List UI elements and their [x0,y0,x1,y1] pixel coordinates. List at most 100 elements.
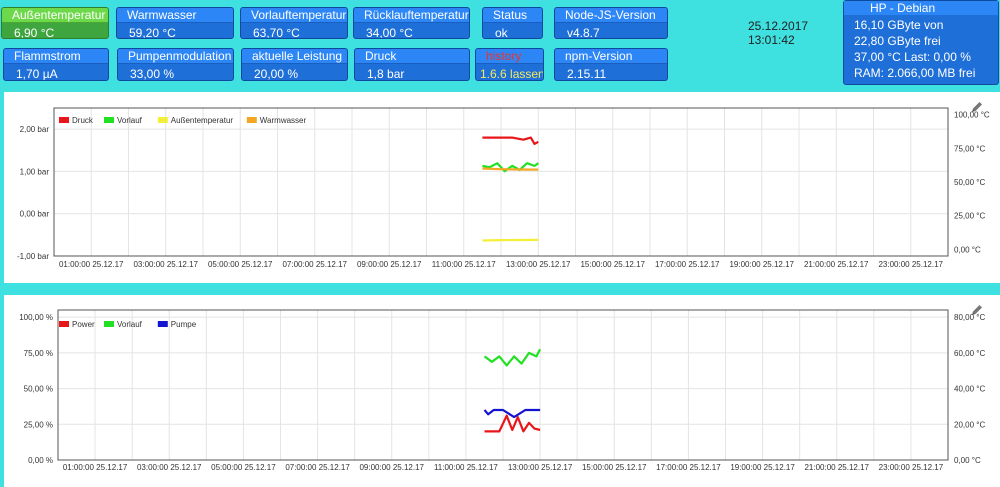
legend-label: Power [72,320,95,329]
legend-label: Pumpe [171,320,197,329]
tile-title: Node-JS-Version [555,8,667,23]
tile-title: Druck [355,49,469,64]
y-tick-label-right: 60,00 °C [954,349,985,358]
tile-title: Rücklauftemperatur [354,8,469,23]
x-tick-label: 17:00:00 25.12.17 [655,260,720,269]
tile-npm-version[interactable]: npm-Version 2.15.11 [554,48,668,81]
tile-title: aktuelle Leistung [242,49,347,64]
tile-pumpenmodulation[interactable]: Pumpenmodulation 33,00 % [117,48,234,81]
date-text: 25.12.2017 [748,19,809,33]
y-tick-label-right: 75,00 °C [954,144,985,153]
chart-panel-1: 01:00:00 25.12.17 03:00:00 25.12.17 05:00:… [4,92,1000,283]
tile-ruecklauftemperatur[interactable]: Rücklauftemperatur 34,00 °C [353,7,470,39]
system-line: 37,00 °C Last: 0,00 % [854,50,971,64]
system-line: 16,10 GByte von [854,18,944,32]
y-tick-label-right: 25,00 °C [954,212,985,221]
x-tick-label: 15:00:00 25.12.17 [582,463,647,472]
legend-swatch [59,117,69,123]
x-tick-label: 19:00:00 25.12.17 [730,463,795,472]
y-tick-label-right: 0,00 °C [954,456,981,465]
y-tick-label-left: 100,00 % [19,313,53,322]
tile-node-version[interactable]: Node-JS-Version v4.8.7 [554,7,668,39]
legend-swatch [157,117,168,123]
system-title: HP - Debian [844,1,998,15]
x-tick-label: 07:00:00 25.12.17 [285,463,350,472]
x-tick-label: 19:00:00 25.12.17 [729,260,794,269]
legend-label: Druck [72,116,94,125]
tile-title: Vorlauftemperatur [241,8,347,23]
legend-label: Warmwasser [260,116,307,125]
time-text: 13:01:42 [748,33,795,47]
y-tick-label-right: 0,00 °C [954,245,981,254]
tile-druck[interactable]: Druck 1,8 bar [354,48,470,81]
chart-1: 01:00:00 25.12.17 03:00:00 25.12.17 05:00:… [17,107,990,269]
legend-label: Vorlauf [117,116,143,125]
tile-value: 1.6.6 lassen [480,67,544,81]
tile-value: 2.15.11 [567,67,607,81]
tile-value: ok [495,26,508,39]
tile-warmwasser[interactable]: Warmwasser 59,20 °C [116,7,234,39]
tile-flammstrom[interactable]: Flammstrom 1,70 µA [3,48,109,81]
y-tick-label-left: 75,00 % [24,349,53,358]
x-tick-label: 01:00:00 25.12.17 [63,463,128,472]
legend-swatch [59,321,69,327]
y-tick-label-left: 50,00 % [24,385,53,394]
x-tick-label: 23:00:00 25.12.17 [878,260,943,269]
x-tick-label: 15:00:00 25.12.17 [580,260,645,269]
legend-swatch [246,117,257,123]
tile-value: 6,90 °C [14,26,55,39]
system-info-tile[interactable]: HP - Debian 16,10 GByte von 22,80 GByte … [843,0,999,85]
tile-title: npm-Version [555,49,667,64]
chart-panel-2: 01:00:00 25.12.17 03:00:00 25.12.17 05:00:… [4,295,1000,487]
x-tick-label: 07:00:00 25.12.17 [282,260,347,269]
y-tick-label-left: 25,00 % [24,420,53,429]
edit-pencil-icon[interactable] [970,100,984,114]
tile-status[interactable]: Status ok [482,7,543,39]
legend-swatch [157,321,168,327]
tile-history[interactable]: history 1.6.6 lassen [475,48,544,81]
tile-value: 1,8 bar [367,67,405,81]
tile-title: Pumpenmodulation [118,49,233,64]
tile-aktuelle-leistung[interactable]: aktuelle Leistung 20,00 % [241,48,348,81]
y-tick-label-left: 1,00 bar [20,167,50,176]
tile-title: Außentemperatur [2,8,108,23]
x-tick-label: 03:00:00 25.12.17 [133,260,198,269]
edit-pencil-icon[interactable] [970,303,984,317]
x-tick-label: 05:00:00 25.12.17 [211,463,276,472]
tile-title: Flammstrom [4,49,108,64]
datetime: 25.12.2017 13:01:42 [748,19,808,47]
y-tick-label-left: 2,00 bar [20,125,50,134]
x-tick-label: 13:00:00 25.12.17 [508,463,573,472]
y-tick-label-left: -1,00 bar [17,252,49,261]
chart-2: 01:00:00 25.12.17 03:00:00 25.12.17 05:00:… [19,309,985,472]
x-tick-label: 13:00:00 25.12.17 [506,260,571,269]
tile-vorlauftemperatur[interactable]: Vorlauftemperatur 63,70 °C [240,7,348,39]
y-tick-label-left: 0,00 % [28,456,53,465]
series-line-warmwasser [482,167,539,171]
system-line: RAM: 2.066,00 MB frei [854,66,976,80]
legend-swatch [104,117,114,123]
x-tick-label: 21:00:00 25.12.17 [804,463,869,472]
x-tick-label: 11:00:00 25.12.17 [432,260,496,269]
x-tick-label: 21:00:00 25.12.17 [804,260,869,269]
legend-label: Außentemperatur [171,116,234,125]
tile-value: v4.8.7 [567,26,600,39]
tile-value: 59,20 °C [129,26,176,39]
y-tick-label-right: 20,00 °C [954,420,985,429]
y-tick-label-left: 0,00 bar [20,210,50,219]
tile-value: 63,70 °C [253,26,300,39]
x-tick-label: 09:00:00 25.12.17 [357,260,422,269]
tile-value: 1,70 µA [16,67,58,81]
tile-value: 20,00 % [254,67,299,81]
x-tick-label: 11:00:00 25.12.17 [434,463,498,472]
system-line: 22,80 GByte frei [854,34,941,48]
y-tick-label-right: 40,00 °C [954,385,985,394]
tile-value: 33,00 % [130,67,175,81]
x-tick-label: 01:00:00 25.12.17 [59,260,124,269]
series-line-außentemperatur [482,238,539,242]
tile-value: 34,00 °C [366,26,413,39]
legend-label: Vorlauf [117,320,143,329]
x-tick-label: 05:00:00 25.12.17 [208,260,273,269]
y-tick-label-right: 50,00 °C [954,178,985,187]
tile-aussentemperatur[interactable]: Außentemperatur 6,90 °C [1,7,109,39]
